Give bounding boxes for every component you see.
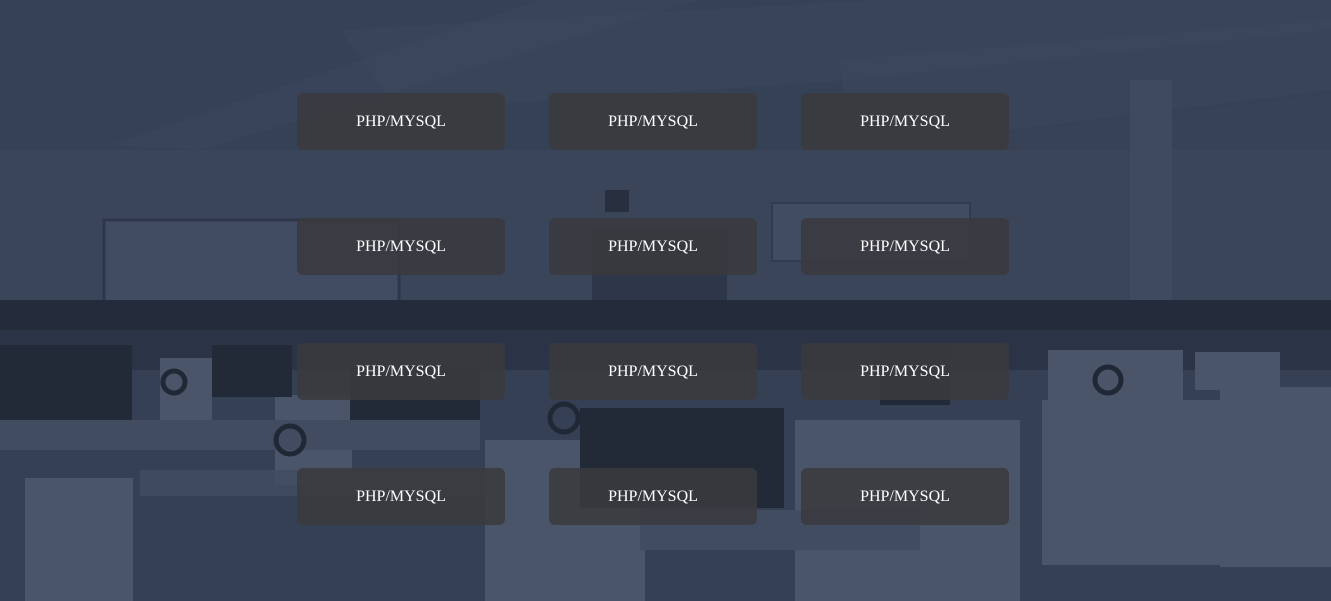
tile-php-mysql-8[interactable]: PHP/MYSQL [549,343,757,400]
tile-php-mysql-6[interactable]: PHP/MYSQL [801,218,1009,275]
tile-php-mysql-3[interactable]: PHP/MYSQL [801,93,1009,150]
tile-php-mysql-10[interactable]: PHP/MYSQL [297,468,505,525]
tile-php-mysql-5[interactable]: PHP/MYSQL [549,218,757,275]
tile-php-mysql-1[interactable]: PHP/MYSQL [297,93,505,150]
tile-php-mysql-2[interactable]: PHP/MYSQL [549,93,757,150]
tile-php-mysql-12[interactable]: PHP/MYSQL [801,468,1009,525]
tile-php-mysql-9[interactable]: PHP/MYSQL [801,343,1009,400]
tile-php-mysql-7[interactable]: PHP/MYSQL [297,343,505,400]
tile-php-mysql-4[interactable]: PHP/MYSQL [297,218,505,275]
tile-php-mysql-11[interactable]: PHP/MYSQL [549,468,757,525]
tile-grid: PHP/MYSQL PHP/MYSQL PHP/MYSQL PHP/MYSQL … [297,93,1009,525]
